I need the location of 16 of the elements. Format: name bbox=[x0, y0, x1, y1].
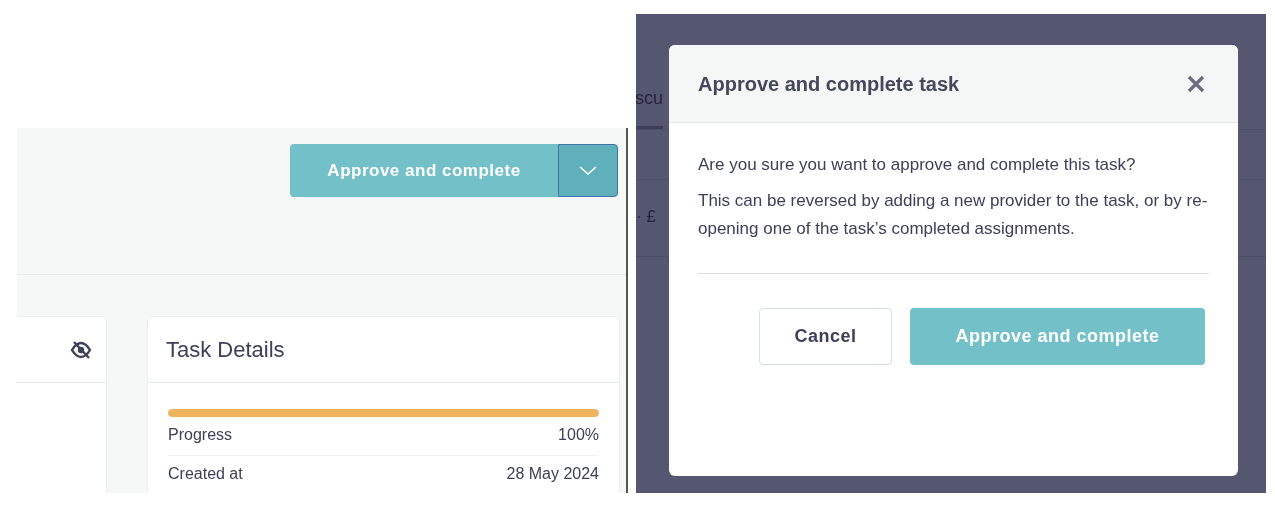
modal-message: Are you sure you want to approve and complete this task? bbox=[698, 154, 1137, 176]
detail-label: Created at bbox=[168, 464, 243, 484]
detail-value: 28 May 2024 bbox=[506, 464, 599, 484]
modal-message: This can be reversed by adding a new provider to the task, or by re-opening one of the task’s completed assignments. bbox=[698, 190, 1209, 240]
text-fragment: · £ bbox=[636, 207, 656, 226]
modal-title: Approve and complete task bbox=[698, 71, 960, 96]
dropdown-toggle[interactable] bbox=[558, 144, 618, 197]
approve-complete-button[interactable]: Approve and complete bbox=[910, 308, 1205, 365]
card-title: Task Details bbox=[166, 336, 285, 364]
close-icon bbox=[1186, 73, 1206, 94]
detail-value: 100% bbox=[558, 425, 599, 445]
chevron-down-icon bbox=[579, 165, 597, 176]
eye-slash-icon[interactable] bbox=[70, 339, 92, 360]
cancel-button[interactable]: Cancel bbox=[759, 308, 892, 365]
approve-complete-button[interactable]: Approve and complete bbox=[290, 144, 558, 197]
detail-label: Progress bbox=[168, 425, 233, 445]
